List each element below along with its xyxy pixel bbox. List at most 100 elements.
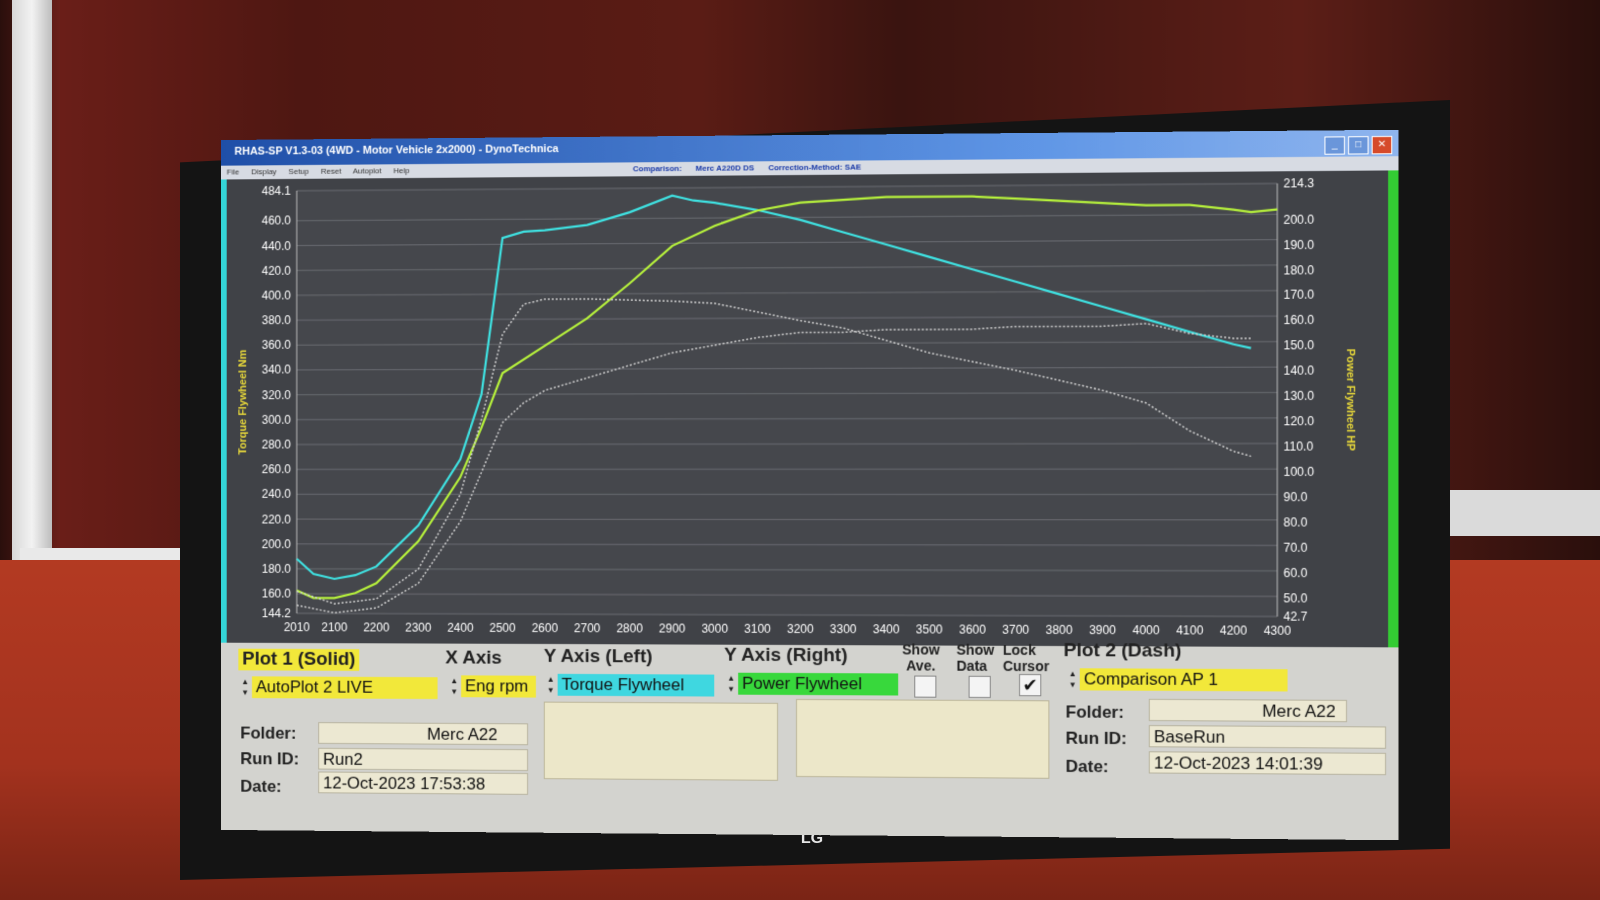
plot2-date-label: Date: — [1066, 757, 1109, 777]
plot2-spinner[interactable]: ▲ ▼ — [1068, 668, 1078, 690]
lock-cursor-checkbox[interactable]: ✔ — [1019, 674, 1041, 696]
show-ave-label2: Ave. — [906, 657, 935, 673]
y-right-spinner[interactable]: ▲ ▼ — [726, 673, 736, 695]
menu-autoplot[interactable]: Autoplot — [353, 166, 382, 175]
plot2-folder-field[interactable]: Merc A22 — [1149, 699, 1347, 722]
y-tick-label: 460.0 — [262, 214, 292, 228]
y-tick-label: 360.0 — [262, 338, 292, 352]
lock-cursor-label2: Cursor — [1003, 658, 1049, 674]
comparison-name: Merc A220D DS — [696, 163, 755, 172]
y2-tick-label: 140.0 — [1283, 364, 1314, 378]
y2-tick-label: 80.0 — [1283, 515, 1307, 529]
y-right-title: Y Axis (Right) — [724, 645, 847, 668]
y-tick-label: 400.0 — [262, 288, 292, 302]
plot1-folder-field[interactable]: Merc A22 — [318, 722, 528, 745]
plot2-folder-label: Folder: — [1066, 702, 1124, 722]
x-tick-label: 3700 — [1002, 623, 1029, 637]
plot2-source-select[interactable]: Comparison AP 1 — [1080, 668, 1288, 691]
y-tick-label: 300.0 — [262, 413, 292, 427]
window-controls: _ □ ✕ — [1321, 134, 1392, 153]
x-tick-label: 3600 — [959, 622, 986, 636]
plot1-runid-field[interactable]: Run2 — [318, 748, 528, 771]
plot2-date-field[interactable]: 12-Oct-2023 14:01:39 — [1149, 751, 1386, 775]
y-tick-label: 260.0 — [262, 462, 292, 476]
show-data-label1: Show — [957, 642, 995, 658]
y-right-select[interactable]: Power Flywheel — [738, 673, 898, 696]
y2-tick-label: 60.0 — [1283, 566, 1307, 580]
menu-file[interactable]: File — [227, 168, 240, 177]
dyno-app-window: RHAS-SP V1.3-03 (4WD - Motor Vehicle 2x2… — [221, 130, 1399, 840]
lock-cursor-label1: Lock — [1003, 642, 1036, 658]
x-tick-label: 2400 — [447, 621, 474, 635]
x-tick-label: 3100 — [744, 622, 771, 636]
window-sill-right — [1430, 490, 1600, 536]
x-tick-label: 2500 — [489, 621, 516, 635]
plot2-title: Plot 2 (Dash) — [1064, 640, 1182, 663]
y2-axis-label: Power Flywheel HP — [1344, 349, 1356, 451]
window-title: RHAS-SP V1.3-03 (4WD - Motor Vehicle 2x2… — [234, 143, 558, 158]
minimize-icon[interactable]: _ — [1324, 136, 1345, 154]
y-tick-label: 420.0 — [262, 263, 292, 277]
y-tick-label: 160.0 — [262, 587, 292, 601]
plot1-title: Plot 1 (Solid) — [238, 649, 359, 671]
x-tick-label: 3500 — [916, 622, 943, 636]
menu-setup[interactable]: Setup — [289, 167, 309, 176]
y-tick-label: 200.0 — [262, 537, 292, 551]
x-axis-title: X Axis — [445, 648, 501, 670]
x-tick-label: 2800 — [616, 621, 643, 635]
x-tick-label: 3000 — [702, 622, 729, 636]
x-tick-label: 3200 — [787, 622, 814, 636]
y-left-select[interactable]: Torque Flywheel — [558, 674, 715, 697]
close-icon[interactable]: ✕ — [1372, 136, 1393, 154]
comparison-label: Comparison: — [633, 164, 682, 173]
y-left-spinner[interactable]: ▲ ▼ — [546, 674, 556, 696]
menu-reset[interactable]: Reset — [321, 167, 341, 176]
left-axis-stripe — [221, 179, 227, 642]
y-tick-label: 320.0 — [262, 388, 292, 402]
plot1-date-label: Date: — [240, 777, 281, 797]
plot1-folder-label: Folder: — [240, 724, 296, 744]
x-tick-label: 2010 — [284, 620, 310, 634]
show-data-checkbox[interactable] — [969, 676, 991, 698]
y2-tick-label: 160.0 — [1283, 313, 1314, 327]
window-frame — [12, 0, 52, 580]
x-tick-label: 4000 — [1133, 623, 1160, 637]
show-ave-checkbox[interactable] — [914, 676, 936, 698]
y-tick-label: 340.0 — [262, 363, 292, 377]
plot1-source-select[interactable]: AutoPlot 2 LIVE — [252, 676, 438, 699]
x-tick-label: 4300 — [1264, 623, 1292, 637]
y2-tick-label: 70.0 — [1283, 540, 1307, 554]
correction-method: Correction-Method: SAE — [768, 163, 861, 173]
x-tick-label: 3300 — [830, 622, 857, 636]
menu-display[interactable]: Display — [251, 167, 277, 176]
x-tick-label: 3400 — [873, 622, 900, 636]
show-data-label2: Data — [957, 658, 988, 674]
y2-tick-label: 110.0 — [1283, 439, 1313, 453]
plot2-notes-box[interactable] — [796, 699, 1049, 779]
show-ave-label1: Show — [902, 641, 940, 657]
x-tick-label: 3900 — [1089, 623, 1116, 637]
plot-background — [297, 183, 1278, 616]
y2-tick-label: 90.0 — [1283, 490, 1307, 504]
y2-tick-label: 120.0 — [1283, 414, 1314, 428]
x-tick-label: 2100 — [321, 620, 347, 634]
plot1-spinner[interactable]: ▲ ▼ — [240, 676, 250, 698]
x-axis-spinner[interactable]: ▲ ▼ — [449, 675, 459, 697]
y2-tick-label: 42.7 — [1283, 609, 1307, 623]
menu-help[interactable]: Help — [393, 166, 409, 175]
y-tick-label: 280.0 — [262, 438, 292, 452]
maximize-icon[interactable]: □ — [1348, 136, 1369, 154]
x-tick-label: 4100 — [1176, 623, 1204, 637]
x-tick-label: 4200 — [1220, 623, 1248, 637]
plot2-runid-field[interactable]: BaseRun — [1149, 725, 1386, 749]
y-tick-label: 380.0 — [262, 313, 292, 327]
dyno-chart: 484.1 460.0 440.0 420.0 400.0 380.0 360.0 340.0… — [221, 170, 1399, 647]
x-axis-select[interactable]: Eng rpm — [461, 675, 536, 697]
plot1-date-field[interactable]: 12-Oct-2023 17:53:38 — [318, 772, 528, 795]
plot1-notes-box[interactable] — [544, 702, 778, 781]
x-tick-label: 3800 — [1046, 623, 1073, 637]
y-tick-label: 220.0 — [262, 512, 292, 526]
control-panel: Plot 1 (Solid) ▲ ▼ AutoPlot 2 LIVE X Axis… — [221, 643, 1399, 841]
y-left-title: Y Axis (Left) — [544, 646, 653, 668]
y-tick-label: 440.0 — [262, 239, 292, 253]
